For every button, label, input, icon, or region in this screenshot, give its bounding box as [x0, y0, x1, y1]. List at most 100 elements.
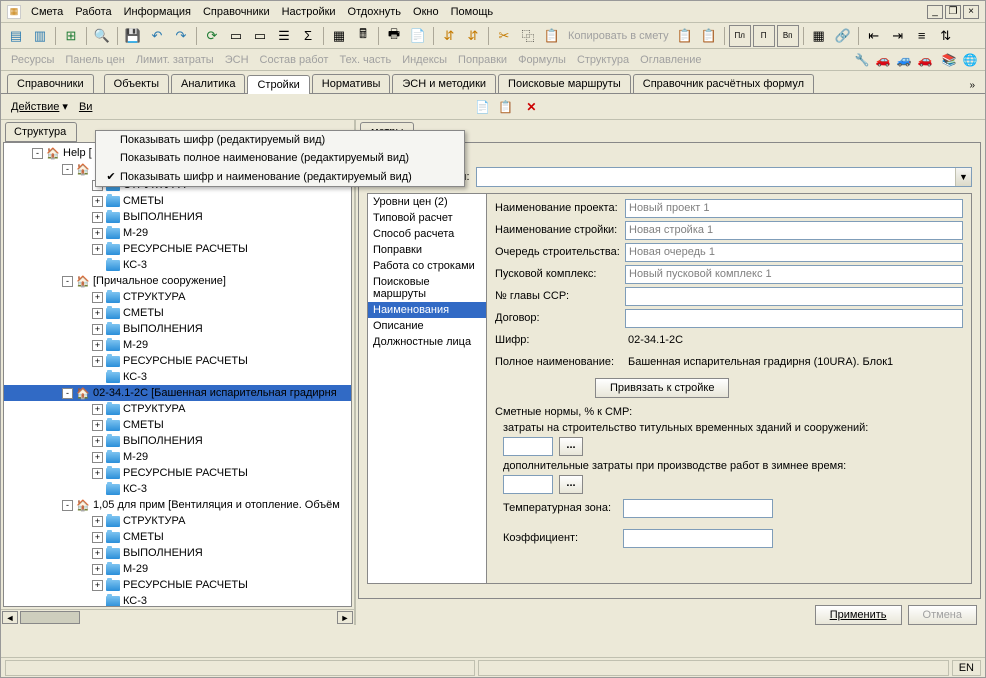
car-icon-2[interactable]: 🚙	[895, 52, 913, 68]
nav-item[interactable]: Типовой расчет	[368, 210, 486, 226]
tab-sprav[interactable]: Справочники	[7, 74, 94, 93]
ab-icon-2[interactable]: 📋	[495, 97, 515, 117]
tree-row[interactable]: +М-29	[4, 337, 351, 353]
tb-pages-icon[interactable]: ▭	[249, 25, 271, 47]
tb2-indexes[interactable]: Индексы	[398, 54, 451, 66]
tree-row[interactable]: +РЕСУРСНЫЕ РАСЧЕТЫ	[4, 577, 351, 593]
car-icon-3[interactable]: 🚗	[916, 52, 934, 68]
toggle-icon[interactable]: +	[92, 244, 103, 255]
menu-okno[interactable]: Окно	[407, 4, 445, 20]
tree-row[interactable]: +РЕСУРСНЫЕ РАСЧЕТЫ	[4, 353, 351, 369]
restore-button[interactable]: ❐	[945, 5, 961, 19]
toggle-icon[interactable]: +	[92, 532, 103, 543]
tree-row[interactable]: +М-29	[4, 561, 351, 577]
toggle-icon[interactable]: +	[92, 420, 103, 431]
tabs-overflow[interactable]: »	[965, 78, 979, 93]
nav-item[interactable]: Описание	[368, 318, 486, 334]
tb2-limit[interactable]: Лимит. затраты	[132, 54, 218, 66]
tb-sort-icon[interactable]: ⇅	[935, 25, 957, 47]
tree-row[interactable]: +ВЫПОЛНЕНИЯ	[4, 321, 351, 337]
ab-close[interactable]: ✕	[521, 97, 541, 117]
toggle-icon[interactable]: +	[92, 452, 103, 463]
tree-hscroll[interactable]: ◄ ►	[1, 609, 354, 625]
typesettings-combo[interactable]: ▼	[476, 167, 972, 187]
tb-excel-icon[interactable]: ⊞	[60, 25, 82, 47]
tb2-tech[interactable]: Тех. часть	[335, 54, 395, 66]
tb2-esn[interactable]: ЭСН	[221, 54, 253, 66]
tb-grid-icon[interactable]: ▦	[328, 25, 350, 47]
nav-item[interactable]: Способ расчета	[368, 226, 486, 242]
tb2-prices[interactable]: Панель цен	[61, 54, 128, 66]
toggle-icon[interactable]: +	[92, 340, 103, 351]
toggle-icon[interactable]: +	[92, 356, 103, 367]
tb2-resources[interactable]: Ресурсы	[7, 54, 58, 66]
tb-sum-icon[interactable]: Σ	[297, 25, 319, 47]
tree-row[interactable]: КС-3	[4, 593, 351, 607]
input-proj[interactable]	[625, 199, 963, 218]
toggle-icon[interactable]: +	[92, 564, 103, 575]
globe-icon[interactable]: 🌐	[961, 52, 979, 68]
scroll-thumb[interactable]	[20, 611, 80, 624]
tb-save-icon[interactable]: 💾	[122, 25, 144, 47]
tb-outdent-icon[interactable]: ⇤	[863, 25, 885, 47]
input-costs1[interactable]	[503, 437, 553, 456]
toggle-icon[interactable]: +	[92, 292, 103, 303]
input-temp[interactable]	[623, 499, 773, 518]
toggle-icon[interactable]: -	[62, 388, 73, 399]
tab-search[interactable]: Поисковые маршруты	[498, 74, 631, 93]
menu-sprav[interactable]: Справочники	[197, 4, 276, 20]
tree-row[interactable]: +СТРУКТУРА	[4, 513, 351, 529]
input-queue[interactable]	[625, 243, 963, 262]
scroll-left[interactable]: ◄	[2, 611, 18, 624]
input-chapter[interactable]	[625, 287, 963, 306]
action-link[interactable]: Действие ▾	[7, 98, 72, 115]
car-icon-1[interactable]: 🚗	[874, 52, 892, 68]
tb-cut-icon[interactable]: ✂	[493, 25, 515, 47]
tree-row[interactable]: +СМЕТЫ	[4, 305, 351, 321]
tree-row[interactable]: КС-3	[4, 369, 351, 385]
tree-row[interactable]: +ВЫПОЛНЕНИЯ	[4, 209, 351, 225]
tb-link-icon[interactable]: 🔗	[832, 25, 854, 47]
menu-info[interactable]: Информация	[118, 4, 197, 20]
nav-item[interactable]: Уровни цен (2)	[368, 194, 486, 210]
nav-item[interactable]: Поправки	[368, 242, 486, 258]
menu-nastr[interactable]: Настройки	[276, 4, 342, 20]
input-build[interactable]	[625, 221, 963, 240]
toggle-icon[interactable]: +	[92, 212, 103, 223]
tb-paste-icon[interactable]: 📋	[541, 25, 563, 47]
dd-show-name[interactable]: Показывать полное наименование (редактир…	[96, 149, 464, 167]
dd-show-code[interactable]: Показывать шифр (редактируемый вид)	[96, 131, 464, 149]
tree-row[interactable]: -🏠02-34.1-2С [Башенная испарительная гра…	[4, 385, 351, 401]
tb2-poprav[interactable]: Поправки	[454, 54, 511, 66]
tb-pl-icon[interactable]: Пл	[729, 25, 751, 47]
chevron-down-icon[interactable]: ▼	[955, 168, 971, 186]
tree-row[interactable]: +М-29	[4, 225, 351, 241]
nav-item[interactable]: Наименования	[368, 302, 486, 318]
tab-analyt[interactable]: Аналитика	[171, 74, 245, 93]
toggle-icon[interactable]: +	[92, 308, 103, 319]
tree-row[interactable]: +СТРУКТУРА	[4, 289, 351, 305]
tree-row[interactable]: +РЕСУРСНЫЕ РАСЧЕТЫ	[4, 241, 351, 257]
tree-view[interactable]: -🏠Help [-🏠+СТРУКТУРА+СМЕТЫ+ВЫПОЛНЕНИЯ+М-…	[3, 142, 352, 607]
tab-obj[interactable]: Объекты	[104, 74, 169, 93]
tb-cols-icon[interactable]: ▦	[808, 25, 830, 47]
tb2-formulas[interactable]: Формулы	[514, 54, 570, 66]
tb-redo-icon[interactable]: ↷	[170, 25, 192, 47]
toggle-icon[interactable]: +	[92, 436, 103, 447]
tb-search-icon[interactable]: 🔍	[91, 25, 113, 47]
nav-item[interactable]: Должностные лица	[368, 334, 486, 350]
input-coef[interactable]	[623, 529, 773, 548]
toggle-icon[interactable]: -	[62, 164, 73, 175]
books-icon[interactable]: 📚	[940, 52, 958, 68]
tb-clip2-icon[interactable]: 📋	[698, 25, 720, 47]
tree-row[interactable]: +СМЕТЫ	[4, 417, 351, 433]
cancel-button[interactable]: Отмена	[908, 605, 977, 625]
dots-costs2[interactable]: ...	[559, 475, 583, 494]
tb-list-icon[interactable]: ☰	[273, 25, 295, 47]
tb-calc-icon[interactable]: 🖩	[352, 25, 374, 47]
tab-formulas[interactable]: Справочник расчётных формул	[633, 74, 814, 93]
tab-stroiki[interactable]: Стройки	[247, 75, 309, 94]
scroll-right[interactable]: ►	[337, 611, 353, 624]
dd-show-both[interactable]: ✔Показывать шифр и наименование (редакти…	[96, 167, 464, 186]
tree-row[interactable]: КС-3	[4, 257, 351, 273]
